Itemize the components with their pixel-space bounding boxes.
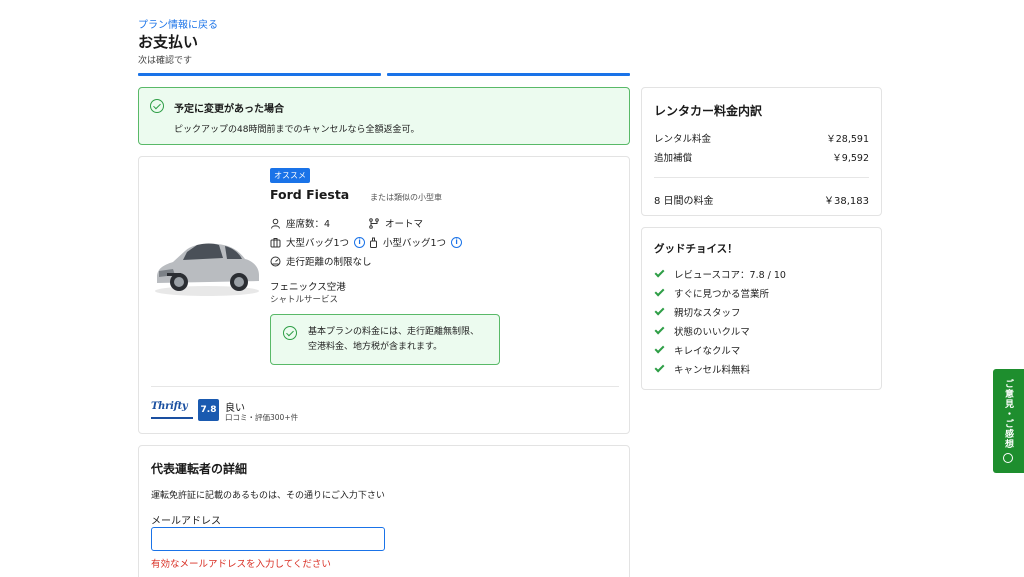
list-item-label: 状態のいいクルマ bbox=[674, 327, 750, 338]
list-item-label: レビュースコア：7.8 / 10 bbox=[674, 270, 786, 281]
driver-details-hint: 運転免許証に記載のあるものは、その通りにご入力下さい bbox=[151, 491, 385, 501]
car-image bbox=[155, 243, 259, 296]
price-row-label: 追加補償 bbox=[654, 153, 693, 164]
seats-feature: 座席数：4 bbox=[270, 216, 330, 230]
person-icon bbox=[271, 218, 280, 229]
suitcase-icon bbox=[270, 237, 281, 247]
car-name: Ford Fiesta bbox=[270, 187, 350, 202]
progress-step-2 bbox=[387, 73, 630, 76]
small-bags-feature: 小型バッグ1つ i bbox=[369, 235, 463, 249]
price-total-row: 8 日間の料金 ￥38,183 bbox=[654, 192, 869, 207]
car-similar-note: または類似の小型車 bbox=[370, 193, 442, 202]
list-item: キレイなクルマ bbox=[654, 343, 740, 357]
back-to-plan-link[interactable]: プラン情報に戻る bbox=[138, 16, 218, 31]
small-bags-label: 小型バッグ1つ bbox=[383, 238, 447, 249]
included-notice: 基本プランの料金には、走行距離無制限、 空港料金、地方税が含まれます。 bbox=[270, 314, 500, 365]
list-item: 親切なスタッフ bbox=[654, 305, 741, 319]
email-label: メールアドレス bbox=[151, 516, 221, 527]
feedback-tab[interactable]: ご意見・ご感想 bbox=[993, 369, 1024, 473]
page-title: お支払い bbox=[138, 33, 199, 51]
feedback-label: ご意見・ご感想 bbox=[1003, 379, 1013, 449]
list-item: キャンセル料無料 bbox=[654, 362, 750, 376]
good-choice-card: グッドチョイス！ レビュースコア：7.8 / 10 すぐに見つかる営業所 親切な… bbox=[641, 227, 882, 390]
list-item: レビュースコア：7.8 / 10 bbox=[654, 267, 786, 281]
rating-score: 7.8 bbox=[198, 399, 219, 421]
list-item-label: キレイなクルマ bbox=[674, 346, 741, 357]
included-notice-line-1: 基本プランの料金には、走行距離無制限、 bbox=[308, 327, 480, 337]
pickup-location-type: シャトルサービス bbox=[270, 295, 339, 305]
check-circle-icon bbox=[150, 99, 164, 113]
small-bag-icon bbox=[370, 237, 377, 248]
driver-details-card: 代表運転者の詳細 運転免許証に記載のあるものは、その通りにご入力下さい メールア… bbox=[138, 445, 630, 577]
seats-label: 座席数：4 bbox=[286, 219, 331, 230]
mileage-label: 走行距離の制限なし bbox=[286, 257, 372, 268]
divider bbox=[151, 386, 619, 387]
included-notice-text: 基本プランの料金には、走行距離無制限、 空港料金、地方税が含まれます。 bbox=[308, 325, 479, 355]
driver-details-title: 代表運転者の詳細 bbox=[151, 462, 248, 476]
email-field[interactable] bbox=[151, 527, 385, 551]
gear-shift-icon bbox=[369, 217, 379, 229]
list-item-label: すぐに見つかる営業所 bbox=[674, 289, 770, 300]
price-row-label: レンタル料金 bbox=[654, 134, 712, 145]
mileage-feature: 走行距離の制限なし bbox=[270, 254, 372, 268]
speedometer-icon bbox=[270, 256, 281, 266]
price-total-value: ￥38,183 bbox=[824, 196, 869, 207]
email-error: 有効なメールアドレスを入力してください bbox=[151, 559, 331, 570]
supplier-logo: Thrifty bbox=[151, 401, 193, 419]
price-row: 追加補償 ￥9,592 bbox=[654, 150, 869, 164]
rating-count: 口コミ・評価300+件 bbox=[225, 413, 299, 422]
progress-bar bbox=[138, 73, 630, 76]
check-icon bbox=[654, 305, 665, 316]
progress-step-1 bbox=[138, 73, 381, 76]
large-bags-label: 大型バッグ1つ bbox=[286, 238, 350, 249]
good-choice-title: グッドチョイス！ bbox=[654, 243, 738, 255]
check-icon bbox=[654, 267, 665, 278]
price-total-label: 8 日間の料金 bbox=[654, 196, 714, 207]
transmission-feature: オートマ bbox=[369, 216, 423, 230]
list-item: すぐに見つかる営業所 bbox=[654, 286, 769, 300]
check-icon bbox=[654, 362, 665, 373]
car-card: オススメ Ford Fiesta または類似の小型車 座席数：4 オートマ 大型… bbox=[138, 156, 630, 434]
pickup-location: フェニックス空港 bbox=[270, 282, 346, 293]
notice-title: 予定に変更があった場合 bbox=[174, 104, 284, 115]
included-notice-line-2: 空港料金、地方税が含まれます。 bbox=[308, 342, 443, 352]
list-item-label: キャンセル料無料 bbox=[674, 365, 751, 376]
price-row-value: ￥9,592 bbox=[832, 153, 869, 164]
notice-body: ピックアップの48時間前までのキャンセルなら全額返金可。 bbox=[174, 125, 420, 135]
recommended-badge: オススメ bbox=[270, 168, 310, 183]
info-icon[interactable]: i bbox=[354, 236, 366, 248]
price-row: レンタル料金 ￥28,591 bbox=[654, 131, 869, 145]
large-bags-feature: 大型バッグ1つ i bbox=[270, 235, 366, 249]
price-breakdown-card: レンタカー料金内訳 レンタル料金 ￥28,591 追加補償 ￥9,592 8 日… bbox=[641, 87, 882, 216]
page-subtitle: 次は確認です bbox=[138, 56, 193, 66]
check-icon bbox=[654, 286, 665, 297]
transmission-label: オートマ bbox=[385, 219, 424, 230]
check-icon bbox=[654, 343, 665, 354]
list-item-label: 親切なスタッフ bbox=[674, 308, 741, 319]
cancellation-notice: 予定に変更があった場合 ピックアップの48時間前までのキャンセルなら全額返金可。 bbox=[138, 87, 630, 145]
info-icon[interactable]: i bbox=[451, 236, 463, 248]
speech-bubble-icon bbox=[1003, 453, 1013, 463]
list-item: 状態のいいクルマ bbox=[654, 324, 750, 338]
check-icon bbox=[654, 324, 665, 335]
divider bbox=[654, 177, 869, 178]
price-breakdown-title: レンタカー料金内訳 bbox=[654, 104, 763, 118]
check-circle-icon bbox=[283, 326, 297, 340]
price-row-value: ￥28,591 bbox=[826, 134, 869, 145]
